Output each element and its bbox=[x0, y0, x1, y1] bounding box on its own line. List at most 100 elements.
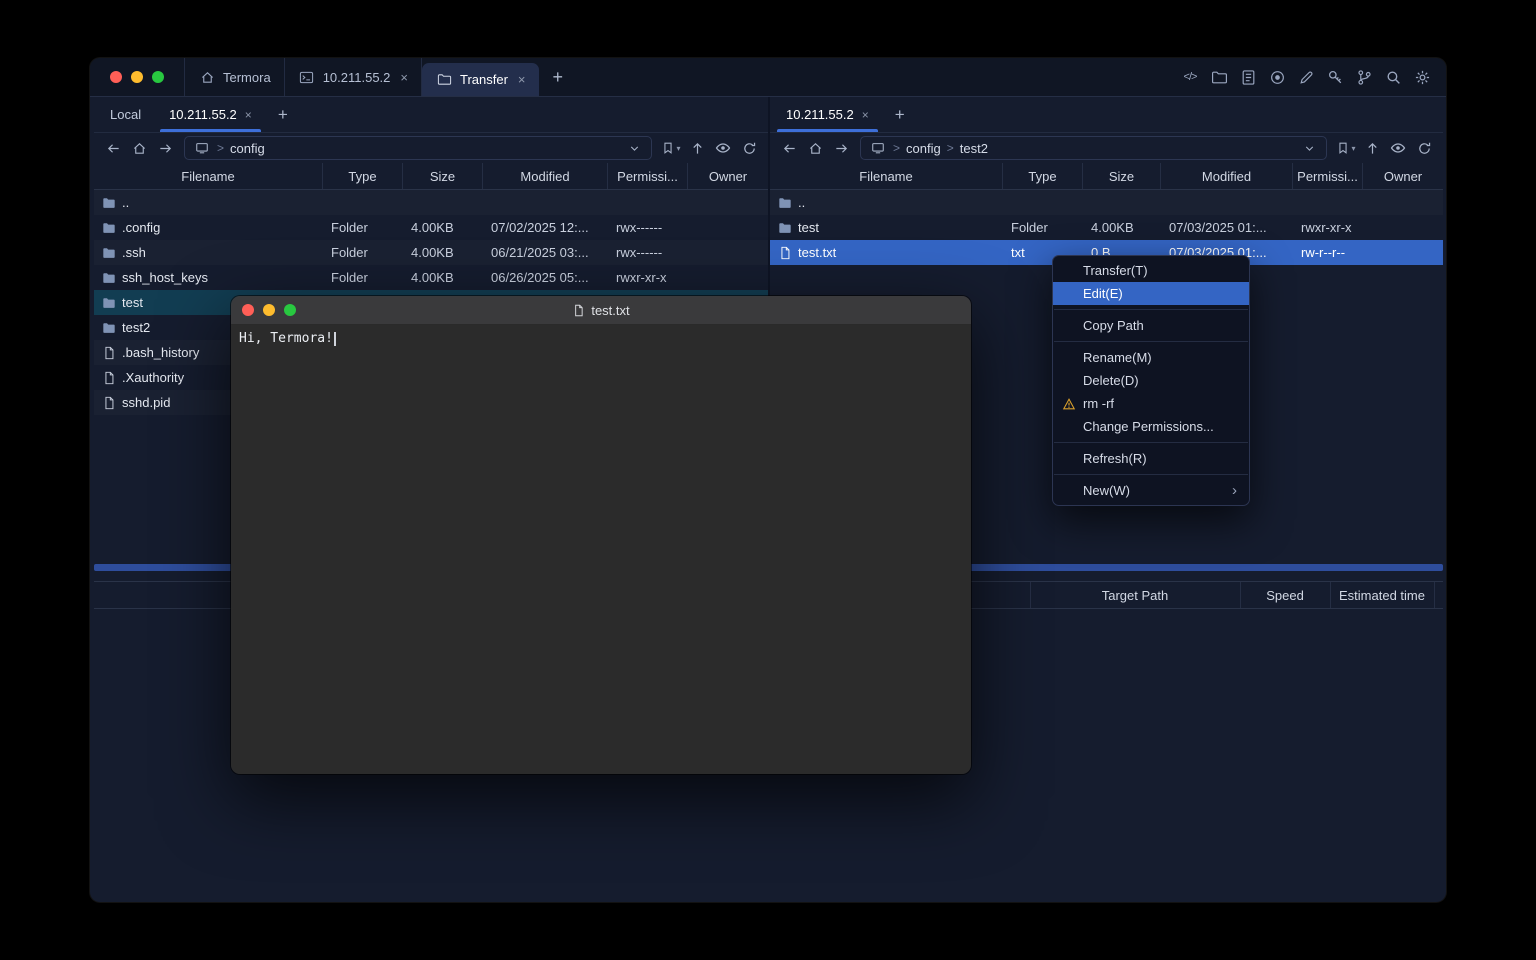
titlebar-actions: </> bbox=[1181, 58, 1446, 96]
file-row[interactable]: .config Folder 4.00KB 07/02/2025 12:... … bbox=[94, 215, 768, 240]
bookmark-button[interactable]: ▾ bbox=[1334, 136, 1358, 160]
home-button[interactable] bbox=[803, 136, 827, 160]
path-bar[interactable]: > config > test2 bbox=[860, 136, 1327, 160]
menu-separator bbox=[1054, 442, 1248, 443]
new-tab-button[interactable]: + bbox=[539, 58, 578, 96]
terminal-icon bbox=[298, 68, 316, 86]
menu-item-new[interactable]: New(W)› bbox=[1053, 479, 1249, 502]
editor-traffic-lights bbox=[231, 304, 296, 316]
bookmark-button[interactable]: ▾ bbox=[659, 136, 683, 160]
editor-minimize-button[interactable] bbox=[263, 304, 275, 316]
refresh-button[interactable] bbox=[737, 136, 761, 160]
file-icon bbox=[102, 346, 116, 360]
folder-icon bbox=[778, 221, 792, 235]
right-table-header: Filename Type Size Modified Permissi... … bbox=[770, 163, 1443, 190]
menu-item-refresh[interactable]: Refresh(R) bbox=[1053, 447, 1249, 470]
transfers-col-speed[interactable]: Speed bbox=[1240, 582, 1331, 608]
menu-item-delete[interactable]: Delete(D) bbox=[1053, 369, 1249, 392]
column-header-owner[interactable]: Owner bbox=[1363, 163, 1443, 189]
column-header-modified[interactable]: Modified bbox=[483, 163, 608, 189]
search-icon[interactable] bbox=[1384, 68, 1402, 86]
editor-titlebar[interactable]: test.txt bbox=[231, 296, 971, 325]
column-header-modified[interactable]: Modified bbox=[1161, 163, 1293, 189]
settings-gear-icon[interactable] bbox=[1413, 68, 1431, 86]
path-bar[interactable]: > config bbox=[184, 136, 652, 160]
tab-label: Transfer bbox=[460, 72, 508, 87]
column-header-owner[interactable]: Owner bbox=[688, 163, 768, 189]
app-tab-termora[interactable]: Termora bbox=[184, 58, 285, 96]
refresh-button[interactable] bbox=[1412, 136, 1436, 160]
folder-icon bbox=[435, 71, 453, 89]
column-header-permissions[interactable]: Permissi... bbox=[1293, 163, 1363, 189]
column-header-filename[interactable]: Filename bbox=[94, 163, 323, 189]
parent-directory-button[interactable] bbox=[685, 136, 709, 160]
file-row[interactable]: .. bbox=[770, 190, 1443, 215]
add-panel-tab-button[interactable]: + bbox=[883, 97, 917, 132]
context-menu: Transfer(T) Edit(E) Copy Path Rename(M) … bbox=[1052, 255, 1250, 506]
transfers-col-estimated-time[interactable]: Estimated time bbox=[1330, 582, 1435, 608]
forward-button[interactable] bbox=[829, 136, 853, 160]
editor-close-button[interactable] bbox=[242, 304, 254, 316]
add-panel-tab-button[interactable]: + bbox=[266, 97, 300, 132]
folder-icon bbox=[102, 271, 116, 285]
editor-zoom-button[interactable] bbox=[284, 304, 296, 316]
app-tab-host[interactable]: 10.211.55.2 × bbox=[285, 58, 422, 96]
tab-host-session[interactable]: 10.211.55.2 × bbox=[155, 97, 266, 132]
forward-button[interactable] bbox=[153, 136, 177, 160]
zoom-button[interactable] bbox=[152, 71, 164, 83]
back-button[interactable] bbox=[101, 136, 125, 160]
pencil-icon[interactable] bbox=[1297, 68, 1315, 86]
file-row[interactable]: test Folder 4.00KB 07/03/2025 01:... rwx… bbox=[770, 215, 1443, 240]
git-branch-icon[interactable] bbox=[1355, 68, 1373, 86]
home-button[interactable] bbox=[127, 136, 151, 160]
column-header-type[interactable]: Type bbox=[323, 163, 403, 189]
path-segment[interactable]: config bbox=[230, 141, 265, 156]
record-icon[interactable] bbox=[1268, 68, 1286, 86]
menu-item-edit[interactable]: Edit(E) bbox=[1053, 282, 1249, 305]
show-hidden-files-button[interactable] bbox=[711, 136, 735, 160]
code-icon[interactable]: </> bbox=[1181, 68, 1199, 86]
menu-item-change-permissions[interactable]: Change Permissions... bbox=[1053, 415, 1249, 438]
folder-toolbar-icon[interactable] bbox=[1210, 68, 1228, 86]
file-row[interactable]: ssh_host_keys Folder 4.00KB 06/26/2025 0… bbox=[94, 265, 768, 290]
home-icon bbox=[198, 68, 216, 86]
menu-item-copy-path[interactable]: Copy Path bbox=[1053, 314, 1249, 337]
left-table-header: Filename Type Size Modified Permissi... … bbox=[94, 163, 768, 190]
path-segment[interactable]: test2 bbox=[960, 141, 988, 156]
show-hidden-files-button[interactable] bbox=[1386, 136, 1410, 160]
column-header-type[interactable]: Type bbox=[1003, 163, 1083, 189]
close-button[interactable] bbox=[110, 71, 122, 83]
folder-icon bbox=[102, 246, 116, 260]
parent-directory-button[interactable] bbox=[1360, 136, 1384, 160]
snippets-icon[interactable] bbox=[1239, 68, 1257, 86]
chevron-down-icon[interactable] bbox=[625, 139, 643, 157]
tab-host-session[interactable]: 10.211.55.2 × bbox=[772, 97, 883, 132]
file-row[interactable]: .ssh Folder 4.00KB 06/21/2025 03:... rwx… bbox=[94, 240, 768, 265]
file-row[interactable]: .. bbox=[94, 190, 768, 215]
menu-item-rename[interactable]: Rename(M) bbox=[1053, 346, 1249, 369]
app-tab-transfer[interactable]: Transfer × bbox=[422, 63, 539, 96]
path-segment[interactable]: config bbox=[906, 141, 941, 156]
column-header-size[interactable]: Size bbox=[1083, 163, 1161, 189]
chevron-down-icon[interactable] bbox=[1300, 139, 1318, 157]
column-header-filename[interactable]: Filename bbox=[770, 163, 1003, 189]
keys-icon[interactable] bbox=[1326, 68, 1344, 86]
menu-item-transfer[interactable]: Transfer(T) bbox=[1053, 259, 1249, 282]
right-panel-toolbar: > config > test2 ▾ bbox=[770, 133, 1443, 163]
tab-label: Termora bbox=[223, 70, 271, 85]
close-tab-icon[interactable]: × bbox=[862, 108, 869, 122]
column-header-permissions[interactable]: Permissi... bbox=[608, 163, 688, 189]
transfers-col-target-path[interactable]: Target Path bbox=[1030, 582, 1241, 608]
editor-content[interactable]: Hi, Termora! bbox=[231, 325, 971, 774]
menu-item-rm-rf[interactable]: rm -rf bbox=[1053, 392, 1249, 415]
close-tab-icon[interactable]: × bbox=[400, 70, 408, 85]
back-button[interactable] bbox=[777, 136, 801, 160]
tab-local[interactable]: Local bbox=[96, 97, 155, 132]
titlebar: Termora 10.211.55.2 × Transfer × + </> bbox=[90, 58, 1446, 97]
file-icon bbox=[102, 371, 116, 385]
left-panel-tabs: Local 10.211.55.2 × + bbox=[94, 97, 768, 133]
column-header-size[interactable]: Size bbox=[403, 163, 483, 189]
minimize-button[interactable] bbox=[131, 71, 143, 83]
close-tab-icon[interactable]: × bbox=[518, 72, 526, 87]
close-tab-icon[interactable]: × bbox=[245, 108, 252, 122]
